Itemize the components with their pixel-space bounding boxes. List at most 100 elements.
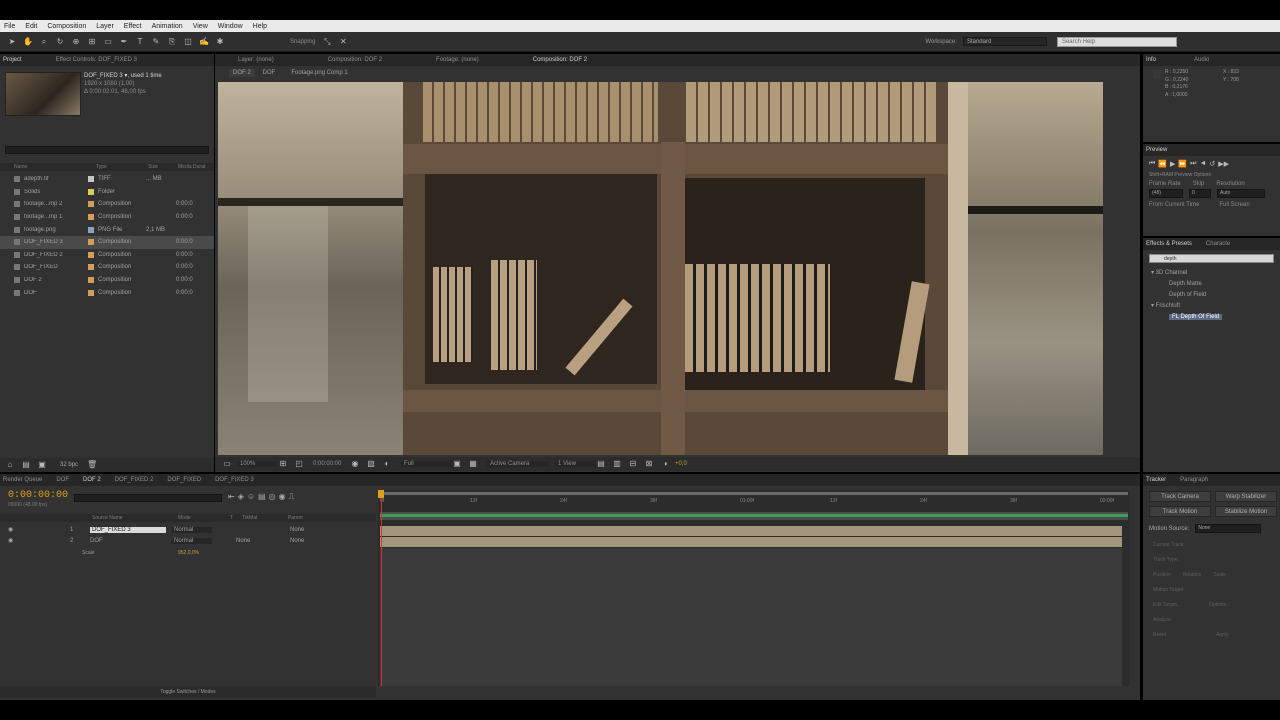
layer-name[interactable]: DOF_FIXED 3 [90, 526, 166, 533]
interpret-footage-icon[interactable]: ⌂ [4, 459, 16, 471]
frame-blend-icon[interactable]: ▤ [258, 492, 266, 502]
play-icon[interactable]: ▶ [1170, 160, 1175, 168]
project-item[interactable]: DOF_FIXED 3 Composition 0:00:0 [0, 235, 214, 249]
project-item[interactable]: Solids Folder [0, 186, 214, 199]
layer-mode-select[interactable]: Normal [172, 537, 212, 544]
tab-composition-active[interactable]: Composition: DOF 2 [533, 57, 587, 63]
label-color-swatch[interactable] [88, 201, 94, 208]
apply-button[interactable]: Apply [1216, 628, 1229, 643]
loop-icon[interactable]: ↺ [1209, 160, 1215, 168]
timeline-tab[interactable]: Render Queue [3, 477, 42, 483]
project-item[interactable]: DOF Composition 0:00:0 [0, 286, 214, 299]
layer-1-bar[interactable] [380, 526, 1122, 536]
snap-close-icon[interactable]: ✕ [337, 36, 349, 48]
from-current-time-checkbox[interactable]: From Current Time [1149, 202, 1199, 208]
col-name[interactable]: Name [14, 164, 96, 170]
options-button[interactable]: Options... [1209, 598, 1230, 613]
audio-icon[interactable]: ◄ [1199, 160, 1206, 168]
bpc-label[interactable]: 32 bpc [60, 462, 78, 468]
warp-stabilizer-button[interactable]: Warp Stabilizer [1215, 491, 1277, 502]
work-area-bar[interactable] [380, 492, 1128, 495]
layer-row[interactable]: ◉ 1 DOF_FIXED 3 Normal None [0, 524, 376, 535]
crumb-dof[interactable]: DOF [263, 70, 276, 76]
project-item[interactable]: DOF_FIXED 2 Composition 0:00:0 [0, 249, 214, 262]
scale-checkbox[interactable]: Scale [1213, 568, 1226, 583]
safe-zones-icon[interactable]: ⊞ [277, 458, 289, 470]
timeline-search-input[interactable] [74, 494, 222, 502]
col-type[interactable]: Type [96, 164, 148, 170]
scale-value[interactable]: 952,0,0% [178, 550, 199, 556]
selection-tool-icon[interactable]: ➤ [6, 36, 18, 48]
project-item[interactable]: adepth.tif TIFF ... MB [0, 173, 214, 186]
snapping-label[interactable]: Snapping [290, 39, 315, 45]
draft-3d-icon[interactable]: ◈ [238, 492, 244, 502]
trash-icon[interactable]: 🗑 [86, 459, 98, 471]
camera-tool-icon[interactable]: ⊕ [70, 36, 82, 48]
track-camera-button[interactable]: Track Camera [1149, 491, 1211, 502]
col-source-name[interactable]: Source Name [92, 515, 178, 521]
tab-effects-presets[interactable]: Effects & Presets [1146, 241, 1192, 247]
layer-parent-select[interactable]: None [290, 527, 330, 533]
timeline-tab[interactable]: DOF 2 [83, 477, 101, 483]
col-t[interactable]: T [230, 515, 242, 521]
effects-tree-item[interactable]: Depth of Field [1147, 289, 1280, 300]
views-select[interactable]: 1 View [555, 461, 595, 467]
layer-2-bar[interactable] [380, 537, 1122, 547]
zoom-select[interactable]: 100% [237, 461, 277, 467]
skip-field[interactable]: 0 [1189, 189, 1211, 198]
always-preview-icon[interactable]: ▭ [221, 458, 233, 470]
toggle-pixel-icon[interactable]: ▤ [595, 458, 607, 470]
camera-select[interactable]: Active Camera [487, 461, 549, 467]
layer-name[interactable]: DOF [90, 538, 166, 544]
comp-mini-flowchart-icon[interactable]: ⇤ [228, 492, 235, 502]
playhead-marker[interactable] [378, 490, 384, 498]
project-item[interactable]: DOF_FIXED Composition 0:00:0 [0, 261, 214, 274]
eraser-tool-icon[interactable]: ◫ [182, 36, 194, 48]
menu-animation[interactable]: Animation [152, 23, 183, 30]
graph-editor-icon[interactable]: ⎍ [289, 492, 295, 502]
motion-blur-icon[interactable]: ◎ [269, 492, 276, 502]
search-help-input[interactable]: Search Help [1056, 36, 1177, 47]
tab-project[interactable]: Project [3, 57, 22, 63]
exposure-value[interactable]: +0,0 [675, 461, 687, 467]
menu-file[interactable]: File [4, 23, 15, 30]
playhead[interactable] [381, 492, 382, 686]
timeline-tab[interactable]: DOF [56, 477, 69, 483]
effects-tree-item[interactable]: ▾ Frischluft [1147, 300, 1280, 311]
visibility-icon[interactable]: ◉ [8, 537, 18, 544]
project-item[interactable]: footage.png PNG File 2,1 MB [0, 223, 214, 236]
roto-tool-icon[interactable]: ✍ [198, 36, 210, 48]
project-item[interactable]: footage...mp 1 Composition 0:00:0 [0, 211, 214, 224]
show-snapshot-icon[interactable]: ▧ [365, 458, 377, 470]
first-frame-icon[interactable]: ⏮ [1149, 160, 1155, 168]
track-motion-button[interactable]: Track Motion [1149, 506, 1211, 517]
project-search-input[interactable] [5, 146, 209, 154]
mask-visibility-icon[interactable]: ◰ [293, 458, 305, 470]
channel-icon[interactable]: ◐ [381, 458, 393, 470]
edit-target-button[interactable]: Edit Target... [1153, 598, 1181, 613]
snap-icon[interactable]: ⤡ [321, 36, 333, 48]
layer-mode-select[interactable]: Normal [172, 526, 212, 533]
type-tool-icon[interactable]: T [134, 36, 146, 48]
composition-viewer[interactable] [218, 82, 1103, 455]
tab-preview[interactable]: Preview [1146, 147, 1167, 153]
col-trkmat[interactable]: TrkMat [242, 515, 288, 521]
reset-button[interactable]: Reset [1153, 628, 1166, 643]
crumb-footage-comp[interactable]: Footage.png Comp 1 [291, 70, 347, 76]
label-color-swatch[interactable] [88, 188, 94, 195]
menu-layer[interactable]: Layer [96, 23, 114, 30]
resolution-dropdown[interactable]: Auto [1217, 189, 1265, 198]
col-parent[interactable]: Parent [288, 515, 303, 521]
frame-rate-select[interactable]: (48) [1149, 189, 1183, 198]
layer-trkmat-select[interactable]: None [236, 538, 276, 544]
label-color-swatch[interactable] [88, 239, 94, 246]
rotation-checkbox[interactable]: Rotation [1183, 568, 1202, 583]
tab-audio[interactable]: Audio [1194, 57, 1209, 63]
transparency-grid-icon[interactable]: ▦ [467, 458, 479, 470]
tab-layer[interactable]: Layer: (none) [238, 57, 274, 63]
timeline-tab[interactable]: DOF_FIXED 2 [115, 477, 154, 483]
effects-tree-item[interactable]: FL Depth Of Field [1147, 311, 1280, 322]
menu-edit[interactable]: Edit [25, 23, 37, 30]
time-graph[interactable]: 0f 12f 24f 36f 01:00f 12f 24f 36f 02:00f [378, 490, 1130, 686]
effects-search-input[interactable]: depth [1149, 254, 1274, 263]
